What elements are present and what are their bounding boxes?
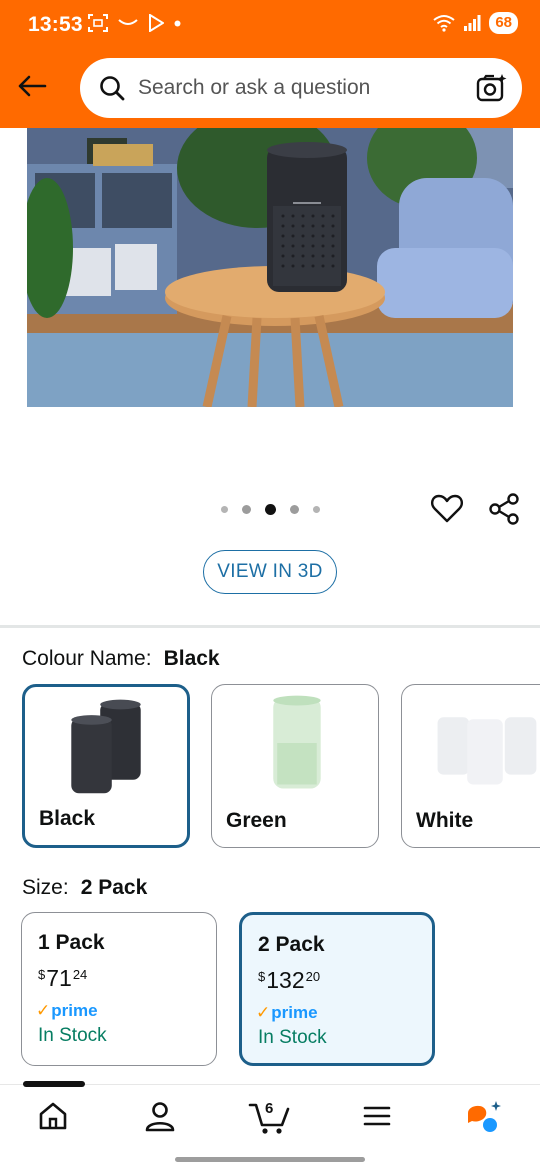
back-arrow-icon	[18, 75, 47, 97]
menu-icon	[363, 1106, 391, 1126]
prime-badge: ✓ prime	[36, 1001, 98, 1021]
gallery-dot[interactable]	[313, 506, 320, 513]
size-option-1-pack[interactable]: 1 Pack $71 24 ✓ prime In Stock	[21, 912, 217, 1066]
status-time: 13:53	[28, 13, 83, 36]
size-selected-value: 2 Pack	[80, 876, 148, 899]
colour-name-row: Colour Name: Black	[22, 647, 220, 671]
play-store-icon	[149, 14, 164, 32]
white-purifier-thumbnail	[437, 717, 537, 785]
heart-icon[interactable]	[430, 492, 464, 526]
camera-search-icon[interactable]	[476, 72, 508, 104]
colour-name-label: Colour Name:	[22, 647, 152, 670]
status-system-icons: 68	[433, 12, 518, 34]
screenshot-icon	[88, 14, 108, 32]
price-currency: $	[38, 967, 46, 982]
gallery-pagination	[221, 504, 320, 515]
wifi-icon	[433, 15, 455, 32]
price-fraction: 24	[72, 967, 88, 982]
colour-option-white[interactable]: White	[401, 684, 540, 848]
pack-name: 2 Pack	[258, 933, 325, 956]
cart-count-badge: 6	[265, 1100, 274, 1117]
product-image[interactable]	[27, 128, 513, 407]
search-bar[interactable]	[80, 58, 522, 118]
size-row: Size: 2 Pack	[22, 876, 147, 900]
stock-status: In Stock	[258, 1027, 327, 1048]
size-label: Size:	[22, 876, 69, 899]
colour-option-label: Green	[226, 809, 287, 832]
amazon-smile-icon	[118, 19, 138, 25]
status-notification-icons	[88, 14, 181, 32]
price-fraction: 20	[305, 969, 321, 984]
nav-account[interactable]	[143, 1099, 183, 1135]
battery-indicator: 68	[489, 12, 518, 34]
view-in-3d-button[interactable]: VIEW IN 3D	[203, 550, 337, 594]
prime-text: prime	[51, 1001, 98, 1020]
prime-text: prime	[271, 1003, 318, 1022]
active-tab-indicator	[23, 1081, 85, 1087]
rufus-assistant-icon	[468, 1101, 501, 1132]
gallery-dot-active[interactable]	[265, 504, 276, 515]
search-header	[0, 50, 540, 128]
nav-menu[interactable]	[360, 1099, 400, 1135]
product-photo-illustration	[27, 128, 513, 407]
pack-price: $132 20	[258, 967, 320, 994]
dot-icon	[174, 20, 181, 26]
home-icon	[39, 1102, 67, 1130]
colour-option-black[interactable]: Black	[22, 684, 190, 848]
gallery-dot[interactable]	[221, 506, 228, 513]
colour-option-green[interactable]: Green	[211, 684, 379, 848]
colour-option-label: Black	[39, 807, 96, 830]
gesture-home-bar[interactable]	[175, 1157, 365, 1162]
status-bar: 13:53 68	[0, 0, 540, 50]
price-currency: $	[258, 969, 266, 984]
stock-status: In Stock	[38, 1025, 107, 1046]
prime-check-icon: ✓	[36, 1001, 51, 1020]
price-whole: 71	[46, 965, 72, 991]
prime-check-icon: ✓	[256, 1003, 271, 1022]
gallery-dot[interactable]	[290, 505, 299, 514]
account-icon	[145, 1102, 175, 1132]
share-icon[interactable]	[487, 492, 521, 526]
price-whole: 132	[266, 967, 305, 993]
pack-name: 1 Pack	[38, 931, 105, 954]
gallery-dot[interactable]	[242, 505, 251, 514]
search-icon	[100, 76, 125, 101]
section-divider	[0, 625, 540, 628]
prime-badge: ✓ prime	[256, 1003, 318, 1023]
green-purifier-thumbnail	[273, 695, 321, 789]
back-button[interactable]	[14, 68, 50, 104]
size-option-2-pack[interactable]: 2 Pack $132 20 ✓ prime In Stock	[239, 912, 435, 1066]
nav-home[interactable]	[36, 1099, 76, 1135]
black-purifier-thumbnail	[71, 699, 141, 794]
pack-price: $71 24	[38, 965, 87, 992]
screen: 13:53 68 Search or ask a question VIEW I…	[0, 0, 540, 1170]
search-input[interactable]	[138, 76, 458, 100]
colour-option-label: White	[416, 809, 474, 832]
signal-icon	[464, 15, 481, 31]
nav-rufus-assistant[interactable]	[464, 1099, 504, 1135]
colour-selected-value: Black	[163, 647, 220, 670]
nav-cart[interactable]: 6	[248, 1099, 292, 1135]
